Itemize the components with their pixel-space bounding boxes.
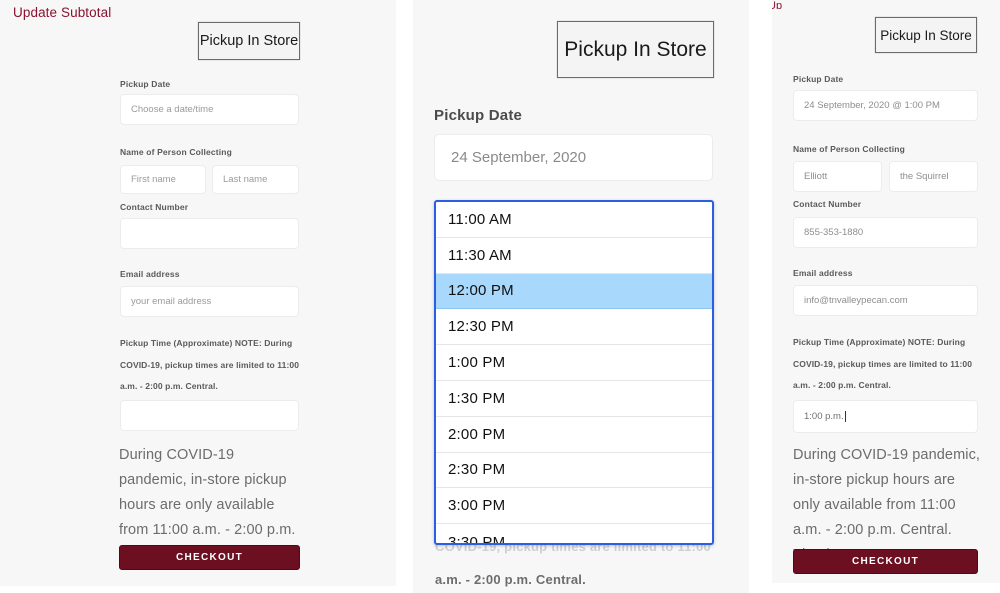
pickup-in-store-button-label-2: Pickup In Store	[564, 37, 707, 61]
dropdown-option-200pm[interactable]: 2:00 PM	[436, 417, 712, 453]
pickup-date-input-3[interactable]: 24 September, 2020 @ 1:00 PM	[793, 90, 978, 121]
checkout-button[interactable]: CHECKOUT	[119, 545, 300, 570]
first-name-placeholder: First name	[131, 174, 176, 185]
pickup-time-note-label: Pickup Time (Approximate) NOTE: During C…	[120, 333, 302, 398]
dropdown-option-1100am[interactable]: 11:00 AM	[436, 202, 712, 238]
pickup-in-store-button-3[interactable]: Pickup In Store	[875, 17, 977, 53]
screenshot-stage: Update Subtotal Pickup In Store Pickup D…	[0, 0, 1000, 593]
email-address-label: Email address	[120, 269, 180, 279]
checkout-button-label: CHECKOUT	[175, 552, 244, 563]
pickup-time-note-line-1-3: Pickup Time (Approximate) NOTE: During	[793, 337, 966, 347]
pickup-time-input-3[interactable]: 1:00 p.m.	[793, 400, 978, 433]
pickup-time-input[interactable]	[120, 400, 299, 431]
name-of-person-collecting-label-3: Name of Person Collecting	[793, 144, 905, 154]
pickup-time-note-label-3: Pickup Time (Approximate) NOTE: During C…	[793, 332, 983, 397]
checkout-button-label-3: CHECKOUT	[851, 556, 920, 567]
occluded-note-line-3: a.m. - 2:00 p.m. Central.	[435, 572, 586, 587]
dropdown-option-1200pm[interactable]: 12:00 PM	[436, 273, 712, 310]
dropdown-option-130pm[interactable]: 1:30 PM	[436, 381, 712, 417]
email-address-label-3: Email address	[793, 268, 853, 278]
pickup-time-note-line-3: a.m. - 2:00 p.m. Central.	[120, 381, 218, 392]
pickup-date-input[interactable]: Choose a date/time	[120, 94, 299, 125]
last-name-input[interactable]: Last name	[212, 165, 299, 194]
pickup-time-note-line-2: COVID-19, pickup times are limited to 11…	[120, 359, 300, 370]
email-placeholder: your email address	[131, 296, 212, 307]
dropdown-option-300pm[interactable]: 3:00 PM	[436, 488, 712, 525]
pickup-date-input-placeholder: Choose a date/time	[131, 104, 214, 115]
pickup-in-store-button-label-3: Pickup In Store	[880, 27, 972, 43]
pickup-time-note-line-3-3: a.m. - 2:00 p.m. Central.	[793, 380, 891, 391]
contact-number-label-3: Contact Number	[793, 199, 862, 209]
panel-empty-form: Update Subtotal Pickup In Store Pickup D…	[0, 0, 396, 586]
pickup-date-label-3: Pickup Date	[793, 74, 844, 84]
dropdown-option-330pm[interactable]: 3:30 PM	[436, 524, 712, 543]
name-of-person-collecting-label: Name of Person Collecting	[120, 147, 232, 157]
pickup-time-dropdown[interactable]: 11:00 AM 11:30 AM 12:00 PM 12:30 PM 1:00…	[434, 200, 714, 545]
text-caret	[844, 411, 846, 422]
dropdown-option-230pm[interactable]: 2:30 PM	[436, 453, 712, 489]
last-name-placeholder: Last name	[223, 174, 268, 185]
pickup-date-input-2[interactable]: 24 September, 2020	[434, 134, 713, 181]
panel-filled-form: Up Pickup In Store Pickup Date 24 Septem…	[772, 0, 1000, 583]
pickup-date-label: Pickup Date	[120, 79, 171, 89]
last-name-value-3: the Squirrel	[900, 171, 949, 182]
pickup-date-value-2: 24 September, 2020	[451, 149, 587, 166]
dropdown-option-1230pm[interactable]: 12:30 PM	[436, 309, 712, 346]
dropdown-option-100pm[interactable]: 1:00 PM	[436, 345, 712, 381]
pickup-time-note-line-2-3: COVID-19, pickup times are limited to 11…	[793, 358, 973, 369]
pickup-time-value-3: 1:00 p.m.	[804, 411, 844, 422]
pickup-in-store-button-2[interactable]: Pickup In Store	[557, 21, 714, 78]
checkout-button-3[interactable]: CHECKOUT	[793, 549, 978, 574]
pickup-in-store-button-label: Pickup In Store	[199, 33, 299, 49]
pickup-time-note-line-1: Pickup Time (Approximate) NOTE: During	[120, 338, 293, 348]
last-name-input-3[interactable]: the Squirrel	[889, 161, 978, 192]
contact-number-label: Contact Number	[120, 202, 189, 212]
panel-dropdown-open: Pickup In Store Pickup Date 24 September…	[413, 0, 749, 593]
update-subtotal-fragment[interactable]: Up	[772, 0, 782, 9]
update-subtotal-link[interactable]: Update Subtotal	[13, 5, 111, 20]
first-name-input-3[interactable]: Elliott	[793, 161, 882, 192]
email-input-3[interactable]: info@tnvalleypecan.com	[793, 285, 978, 316]
pickup-date-value-3: 24 September, 2020 @ 1:00 PM	[804, 100, 940, 111]
contact-number-input[interactable]	[120, 218, 299, 249]
pickup-date-label-2: Pickup Date	[434, 107, 523, 124]
first-name-input[interactable]: First name	[120, 165, 206, 194]
contact-number-value-3: 855-353-1880	[804, 227, 864, 238]
dropdown-option-1130am[interactable]: 11:30 AM	[436, 238, 712, 274]
email-input[interactable]: your email address	[120, 286, 299, 317]
contact-number-input-3[interactable]: 855-353-1880	[793, 217, 978, 248]
first-name-value-3: Elliott	[804, 171, 828, 182]
email-value-3: info@tnvalleypecan.com	[804, 295, 908, 306]
pickup-in-store-button[interactable]: Pickup In Store	[198, 22, 300, 60]
